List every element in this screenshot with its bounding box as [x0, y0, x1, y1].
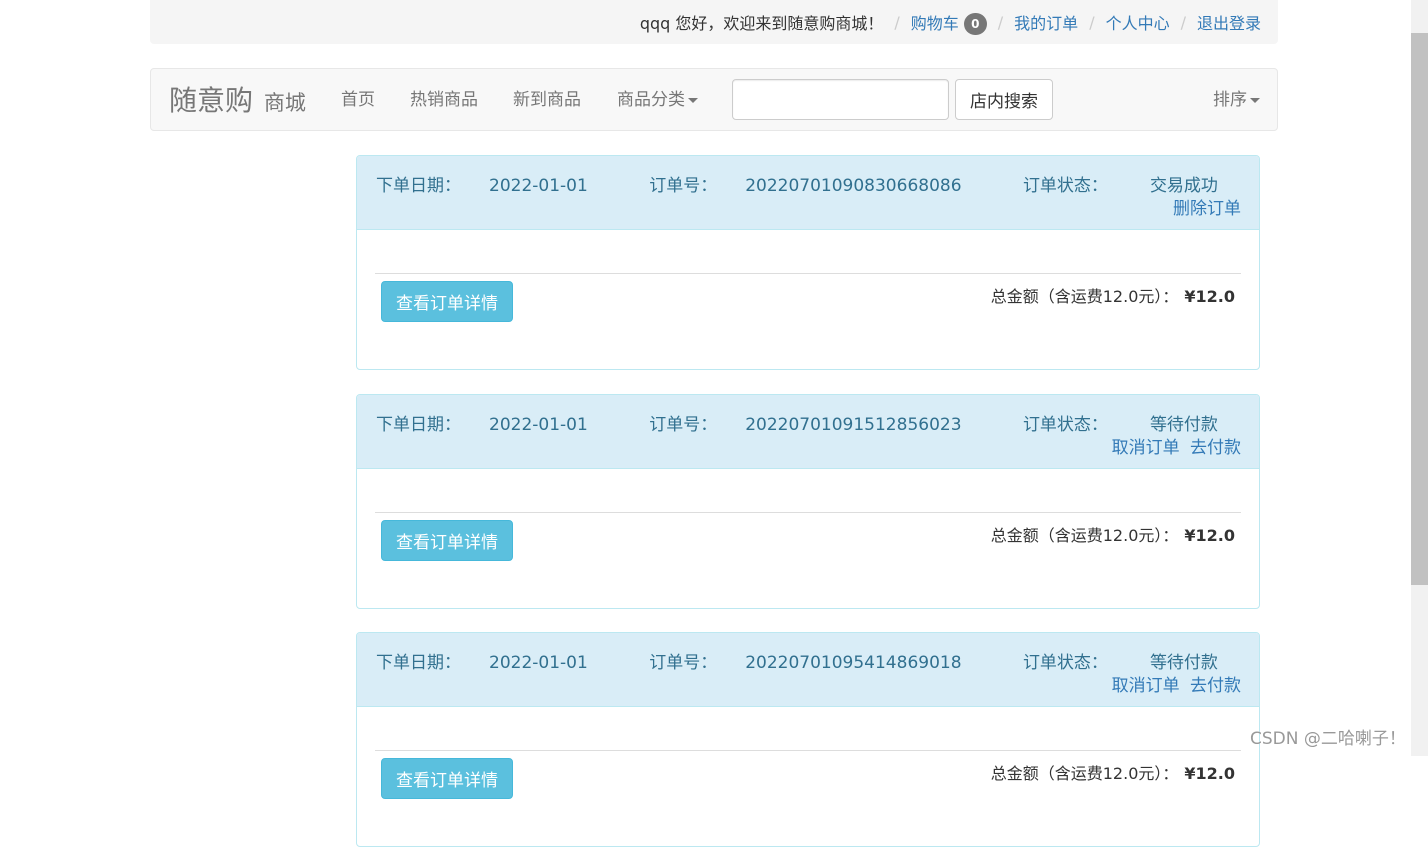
- brand-name: 随意购: [169, 84, 254, 117]
- search-input[interactable]: [732, 79, 949, 120]
- order-date: 下单日期： 2022-01-01: [376, 176, 588, 196]
- total-amount: ¥12.0: [1184, 764, 1235, 783]
- nav-hot-products[interactable]: 热销商品: [410, 89, 478, 111]
- order-status: 订单状态： 等待付款: [1022, 415, 1218, 435]
- order-panel: 下单日期： 2022-01-01 订单号： 20220701091512856023…: [356, 394, 1260, 609]
- my-orders-link[interactable]: 我的订单: [1014, 10, 1078, 34]
- order-total: 总金额（含运费12.0元）： ¥12.0: [990, 764, 1235, 783]
- divider: [375, 512, 1241, 513]
- main-navbar: 随意购 商城 首页 热销商品 新到商品 商品分类 店内搜索 排序: [150, 68, 1278, 131]
- order-number: 订单号： 20220701090830668086: [649, 176, 962, 196]
- nav-home[interactable]: 首页: [341, 89, 375, 111]
- scrollbar-thumb[interactable]: [1411, 33, 1428, 585]
- order-panel: 下单日期： 2022-01-01 订单号： 20220701090830668086…: [356, 155, 1260, 370]
- nav-new-products[interactable]: 新到商品: [513, 89, 581, 111]
- caret-down-icon: [688, 97, 698, 103]
- separator: /: [1089, 12, 1095, 32]
- order-heading: 下单日期： 2022-01-01 订单号： 20220701095414869018…: [357, 633, 1259, 707]
- order-date: 下单日期： 2022-01-01: [376, 415, 588, 435]
- view-order-details-button[interactable]: 查看订单详情: [381, 758, 513, 799]
- logout-link[interactable]: 退出登录: [1197, 10, 1261, 34]
- user-bar: qqq 您好，欢迎来到随意购商城！ / 购物车 0 / 我的订单 / 个人中心 /…: [150, 0, 1278, 44]
- cart-label: 购物车: [910, 13, 959, 33]
- order-number: 订单号： 20220701095414869018: [649, 653, 962, 673]
- delete-order-link[interactable]: 删除订单: [1173, 199, 1241, 219]
- greeting-text: qqq 您好，欢迎来到随意购商城！: [639, 14, 884, 33]
- profile-link[interactable]: 个人中心: [1106, 10, 1170, 34]
- brand-logo[interactable]: 随意购 商城: [169, 83, 306, 121]
- divider: [375, 273, 1241, 274]
- total-amount: ¥12.0: [1184, 526, 1235, 545]
- view-order-details-button[interactable]: 查看订单详情: [381, 520, 513, 561]
- store-search-button[interactable]: 店内搜索: [955, 79, 1053, 120]
- cancel-order-link[interactable]: 取消订单: [1112, 676, 1180, 696]
- separator: /: [894, 12, 900, 32]
- brand-subtitle: 商城: [263, 91, 306, 115]
- cart-count-badge: 0: [963, 12, 987, 35]
- divider: [375, 750, 1241, 751]
- vertical-scrollbar[interactable]: [1411, 0, 1428, 756]
- order-status: 订单状态： 交易成功: [1022, 176, 1218, 196]
- total-amount: ¥12.0: [1184, 287, 1235, 306]
- nav-categories-dropdown[interactable]: 商品分类: [617, 89, 698, 111]
- order-total: 总金额（含运费12.0元）： ¥12.0: [990, 526, 1235, 545]
- view-order-details-button[interactable]: 查看订单详情: [381, 281, 513, 322]
- caret-down-icon: [1250, 97, 1260, 103]
- order-panel: 下单日期： 2022-01-01 订单号： 20220701095414869018…: [356, 632, 1260, 847]
- order-date: 下单日期： 2022-01-01: [376, 653, 588, 673]
- order-status: 订单状态： 等待付款: [1022, 653, 1218, 673]
- sort-dropdown[interactable]: 排序: [1213, 89, 1260, 111]
- cart-link[interactable]: 购物车 0: [911, 10, 987, 35]
- order-number: 订单号： 20220701091512856023: [649, 415, 962, 435]
- pay-order-link[interactable]: 去付款: [1190, 438, 1241, 458]
- order-heading: 下单日期： 2022-01-01 订单号： 20220701090830668086…: [357, 156, 1259, 230]
- order-total: 总金额（含运费12.0元）： ¥12.0: [990, 287, 1235, 306]
- cancel-order-link[interactable]: 取消订单: [1112, 438, 1180, 458]
- pay-order-link[interactable]: 去付款: [1190, 676, 1241, 696]
- watermark: CSDN @二哈喇子！: [1250, 729, 1406, 749]
- order-heading: 下单日期： 2022-01-01 订单号： 20220701091512856023…: [357, 395, 1259, 469]
- sort-label: 排序: [1213, 90, 1247, 110]
- nav-categories-label: 商品分类: [617, 90, 685, 110]
- separator: /: [997, 12, 1004, 32]
- separator: /: [1180, 12, 1186, 32]
